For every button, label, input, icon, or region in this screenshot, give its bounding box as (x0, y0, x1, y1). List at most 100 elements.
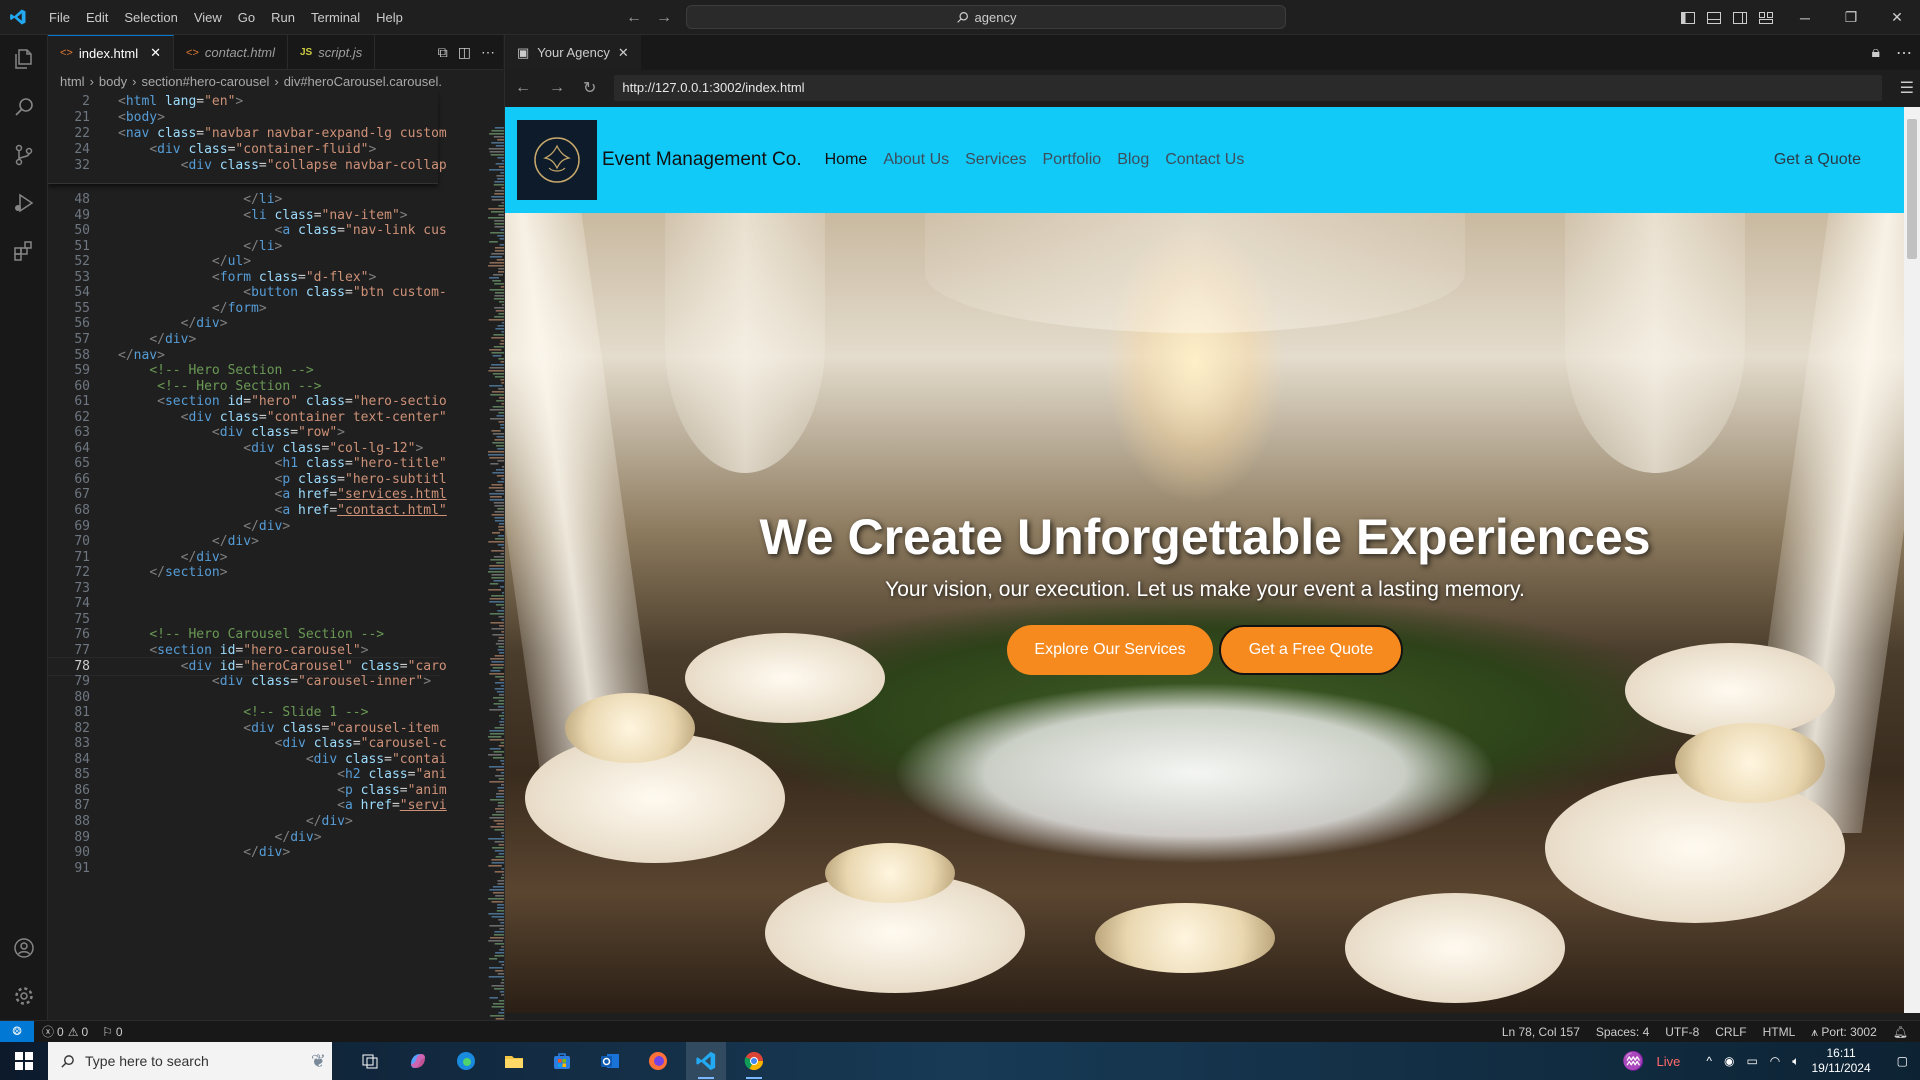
code-line[interactable]: </nav> (118, 348, 165, 363)
code-line[interactable]: <div class="carousel-item (118, 721, 439, 736)
source-control-icon[interactable] (0, 131, 48, 179)
toggle-secondary-sidebar-icon[interactable] (1732, 10, 1748, 26)
windows-start-icon[interactable] (0, 1042, 48, 1080)
code-line[interactable]: <a class="nav-link cus (118, 223, 447, 238)
code-line[interactable]: <!-- Hero Carousel Section --> (118, 627, 384, 642)
explorer-icon[interactable] (0, 35, 48, 83)
run-debug-icon[interactable] (0, 179, 48, 227)
code-line[interactable]: </div> (118, 814, 353, 829)
code-editor[interactable]: 2 <html lang="en"> 21 <body> 22 <nav class="n… (48, 92, 503, 1020)
restore-icon[interactable]: ❐ (1828, 0, 1874, 35)
code-line[interactable]: <!-- Hero Section --> (118, 363, 313, 378)
code-line[interactable]: <button class="btn custom- (118, 285, 447, 300)
tab-contact-html[interactable]: <> contact.html (174, 35, 288, 70)
weather-label[interactable]: Live (1656, 1054, 1680, 1069)
tab-script-js[interactable]: JS script.js (288, 35, 376, 70)
remote-indicator-icon[interactable]: ⨷ (0, 1020, 34, 1043)
account-icon[interactable] (0, 924, 48, 972)
get-a-quote-link[interactable]: Get a Quote (1774, 151, 1861, 169)
lock-icon[interactable]: 🔒︎ (1871, 44, 1880, 62)
live-server-port[interactable]: ⩚ Port: 3002 (1811, 1025, 1877, 1040)
site-brand[interactable]: Event Management Co. (602, 149, 802, 171)
code-line[interactable]: <div class="carousel-inner"> (118, 674, 431, 689)
code-line[interactable]: </div> (118, 550, 228, 565)
code-line[interactable]: <!-- Hero Section --> (118, 379, 321, 394)
show-hidden-icons-chevron-icon[interactable]: ^ (1706, 1054, 1712, 1068)
edge-browser-icon[interactable] (446, 1042, 486, 1080)
close-tab-icon[interactable]: ✕ (618, 45, 629, 61)
code-line[interactable]: <form class="d-flex"> (118, 270, 376, 285)
nav-blog[interactable]: Blog (1117, 151, 1149, 169)
sticky-code-line[interactable]: <nav class="navbar navbar-expand-lg cust… (118, 126, 447, 141)
nav-home[interactable]: Home (825, 151, 868, 169)
menu-run[interactable]: Run (263, 0, 303, 35)
code-line[interactable]: <div id="heroCarousel" class="caro (118, 659, 447, 674)
ports-icon[interactable]: ⚐ (102, 1025, 113, 1039)
code-line[interactable]: </div> (118, 534, 259, 549)
forward-arrow-icon[interactable]: → (656, 9, 672, 27)
url-bar[interactable]: http://127.0.0.1:3002/index.html (614, 74, 1882, 101)
code-line[interactable]: <li class="nav-item"> (118, 208, 407, 223)
outlook-icon[interactable] (590, 1042, 630, 1080)
breadcrumb-item[interactable]: html (60, 74, 85, 89)
network-icon[interactable]: ◠ (1770, 1054, 1780, 1068)
notifications-bell-icon[interactable]: 🔔︎ (1893, 1025, 1908, 1039)
menu-selection[interactable]: Selection (116, 0, 185, 35)
code-line[interactable]: <h2 class="ani (118, 767, 447, 782)
extensions-icon[interactable] (0, 227, 48, 275)
menu-view[interactable]: View (186, 0, 230, 35)
code-line[interactable]: <h1 class="hero-title" (118, 456, 447, 471)
toggle-primary-sidebar-icon[interactable] (1680, 10, 1696, 26)
close-window-icon[interactable]: ✕ (1874, 0, 1920, 35)
code-line[interactable]: </div> (118, 519, 290, 534)
task-view-icon[interactable] (350, 1042, 390, 1080)
browser-forward-icon[interactable]: → (549, 79, 565, 97)
cursor-position[interactable]: Ln 78, Col 157 (1502, 1025, 1580, 1039)
nav-contact-us[interactable]: Contact Us (1165, 151, 1244, 169)
firefox-icon[interactable] (638, 1042, 678, 1080)
code-line[interactable]: </div> (118, 332, 196, 347)
taskbar-search-box[interactable]: Type here to search ❦ (48, 1042, 332, 1080)
scrollbar-thumb[interactable] (1907, 119, 1917, 259)
end-of-line[interactable]: CRLF (1715, 1025, 1746, 1039)
more-actions-icon[interactable]: ⋯ (1896, 43, 1912, 63)
search-sidebar-icon[interactable] (0, 83, 48, 131)
split-editor-icon[interactable]: ◫ (458, 44, 471, 61)
battery-icon[interactable]: ▭ (1746, 1054, 1757, 1068)
chrome-icon[interactable] (734, 1042, 774, 1080)
sticky-code-line[interactable]: <html lang="en"> (118, 94, 243, 109)
tab-index-html[interactable]: <> index.html ✕ (48, 35, 175, 70)
code-line[interactable]: </form> (118, 301, 267, 316)
menu-edit[interactable]: Edit (78, 0, 116, 35)
sticky-code-line[interactable]: <body> (118, 110, 165, 125)
code-line[interactable]: <section id="hero" class="hero-sectio (118, 394, 447, 409)
code-line[interactable]: <p class="anim (118, 783, 447, 798)
copilot-icon[interactable] (398, 1042, 438, 1080)
notification-center-icon[interactable]: ▢ (1897, 1054, 1908, 1068)
file-explorer-icon[interactable] (494, 1042, 534, 1080)
toggle-panel-icon[interactable] (1706, 10, 1722, 26)
code-line[interactable]: <div class="row"> (118, 425, 345, 440)
close-tab-icon[interactable]: ✕ (150, 45, 161, 61)
code-line[interactable]: <div class="contai (118, 752, 447, 767)
vscode-taskbar-icon[interactable] (686, 1042, 726, 1080)
meet-camera-icon[interactable]: ◉ (1724, 1054, 1734, 1068)
menu-icon[interactable]: ☰ (1900, 78, 1914, 98)
code-line[interactable]: <div class="container text-center" (118, 410, 447, 425)
code-line[interactable]: <section id="hero-carousel"> (118, 643, 368, 658)
breadcrumb-item[interactable]: body (99, 74, 127, 89)
menu-file[interactable]: File (41, 0, 78, 35)
minimize-icon[interactable]: ─ (1782, 0, 1828, 35)
breadcrumb-item[interactable]: div#heroCarousel.carousel. (284, 74, 442, 89)
menu-help[interactable]: Help (368, 0, 411, 35)
get-free-quote-button[interactable]: Get a Free Quote (1219, 625, 1403, 675)
breadcrumb-item[interactable]: section#hero-carousel (141, 74, 269, 89)
settings-gear-icon[interactable] (0, 972, 48, 1020)
menu-terminal[interactable]: Terminal (303, 0, 368, 35)
code-line[interactable]: <a href="servi (118, 798, 447, 813)
customize-layout-icon[interactable] (1758, 10, 1774, 26)
language-mode[interactable]: HTML (1763, 1025, 1796, 1039)
more-actions-icon[interactable]: ⋯ (481, 44, 495, 61)
menu-go[interactable]: Go (230, 0, 263, 35)
volume-icon[interactable]: 🔈︎ (1792, 1054, 1799, 1069)
